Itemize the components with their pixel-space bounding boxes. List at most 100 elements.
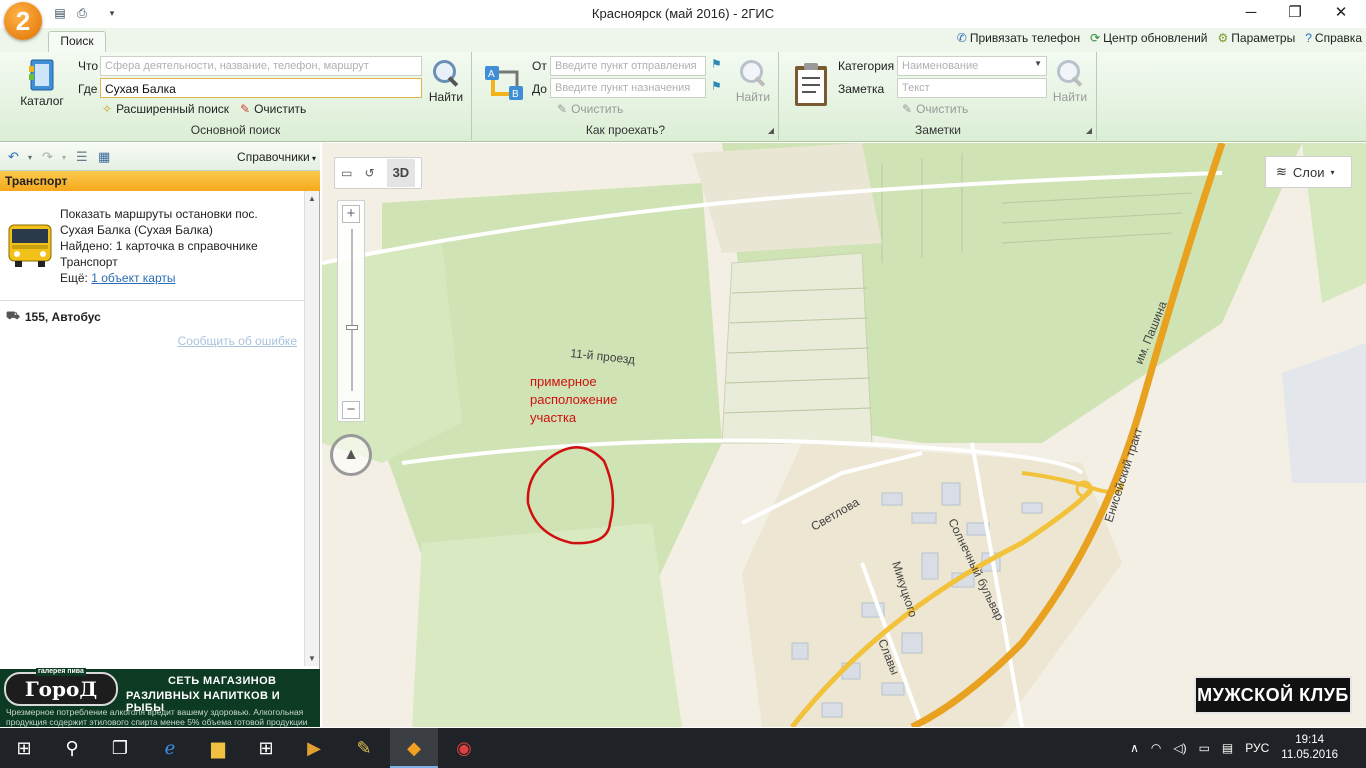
eraser-icon: ✎ — [240, 102, 251, 116]
zoom-out-button[interactable]: − — [342, 401, 360, 419]
dacha-area — [721, 252, 873, 444]
search-icon — [738, 58, 768, 88]
note-input[interactable]: Текст — [897, 78, 1047, 98]
ad-mens-club[interactable]: МУЖСКОЙ КЛУБ — [1194, 676, 1352, 714]
media-player-icon[interactable]: ▶ — [290, 728, 338, 768]
where-input[interactable]: Сухая Балка — [100, 78, 422, 98]
close-button[interactable]: ✕ — [1318, 2, 1364, 26]
section-header-transport: Транспорт — [0, 171, 320, 191]
3d-button[interactable]: 3D — [386, 159, 415, 187]
eraser-icon: ✎ — [557, 102, 568, 116]
route-icon: A B — [485, 66, 523, 100]
forward-icon[interactable]: ↷ — [42, 149, 53, 165]
catalog-icon — [29, 59, 54, 91]
layers-button[interactable]: ≋ Слои ▾ — [1265, 156, 1352, 188]
result-card[interactable]: Показать маршруты остановки пос. Сухая Б… — [0, 193, 304, 301]
report-error-link[interactable]: Сообщить об ошибке — [178, 334, 297, 348]
scroll-down-icon[interactable]: ▼ — [308, 654, 316, 663]
advanced-search-button[interactable]: ✧ Расширенный поиск — [102, 102, 229, 116]
volume-icon[interactable]: ◁) — [1173, 741, 1186, 755]
chrome-icon[interactable]: ◉ — [440, 728, 488, 768]
clock[interactable]: 19:14 11.05.2016 — [1281, 733, 1338, 763]
system-tray: ∧ ◠ ◁) ▭ ▤ РУС 19:14 11.05.2016 — [1130, 728, 1358, 768]
ribbon: Каталог Что Сфера деятельности, название… — [0, 52, 1366, 142]
catalog-button[interactable]: Каталог — [18, 58, 66, 108]
pick-from-map-icon[interactable]: ⚑ — [711, 57, 722, 71]
chevron-up-icon[interactable]: ∧ — [1130, 741, 1139, 755]
taskbar: ⊞ ⚲ ❐ ℯ ▆ ⊞ ▶ ✎ ◆ ◉ ∧ ◠ ◁) ▭ ▤ РУС 19:14… — [0, 728, 1366, 768]
battery-icon[interactable]: ▭ — [1199, 741, 1210, 755]
result-line-3: Найдено: 1 карточка в справочнике — [60, 239, 258, 253]
forward-dropdown-icon[interactable]: ▾ — [62, 153, 66, 162]
category-select[interactable]: Наименование ▼ — [897, 56, 1047, 76]
compass-icon[interactable]: ▲ — [330, 434, 372, 476]
advanced-search-icon: ✧ — [102, 102, 113, 116]
notes-find-button[interactable]: Найти — [1050, 58, 1090, 104]
chevron-down-icon: ▾ — [1330, 167, 1335, 177]
edge-icon[interactable]: ℯ — [146, 728, 194, 768]
back-dropdown-icon[interactable]: ▾ — [28, 153, 32, 162]
network-icon[interactable]: ◠ — [1151, 741, 1161, 755]
where-label: Где — [78, 82, 98, 96]
map-tools: ▭ ↺ 3D — [334, 157, 422, 189]
tab-search[interactable]: Поиск — [48, 31, 106, 52]
ribbon-tab-bar: Поиск ✆ Привязать телефон ⟳ Центр обновлен… — [0, 28, 1366, 52]
title-bar: 2 ▤ ⎙ ▾ Красноярск (май 2016) - 2ГИС ─ ❐… — [0, 0, 1366, 40]
explorer-icon[interactable]: ▆ — [194, 728, 242, 768]
group-title-notes: Заметки — [915, 123, 961, 137]
2gis-taskbar-icon[interactable]: ◆ — [390, 728, 438, 768]
pick-to-map-icon[interactable]: ⚑ — [711, 79, 722, 93]
map-object-link[interactable]: 1 объект карты — [91, 271, 175, 285]
result-line-4: Транспорт — [60, 255, 118, 269]
search-icon — [431, 58, 461, 88]
zoom-in-button[interactable]: + — [342, 205, 360, 223]
scroll-up-icon[interactable]: ▲ — [308, 194, 316, 203]
from-input[interactable]: Введите пункт отправления — [550, 56, 706, 76]
to-input[interactable]: Введите пункт назначения — [550, 78, 706, 98]
link-help[interactable]: ? Справка — [1305, 31, 1362, 45]
windows-start-icon[interactable]: ⊞ — [0, 728, 48, 768]
notes-dialog-launcher-icon[interactable]: ◢ — [1086, 126, 1092, 135]
chevron-down-icon: ▾ — [309, 154, 316, 163]
bus-icon — [8, 224, 52, 267]
clear-button[interactable]: ✎ Очистить — [240, 102, 306, 116]
minimize-button[interactable]: ─ — [1228, 2, 1274, 26]
back-icon[interactable]: ↶ — [8, 149, 19, 165]
zoom-track[interactable] — [351, 229, 353, 391]
result-more: Ещё: 1 объект карты — [60, 271, 176, 285]
find-button[interactable]: Найти — [426, 58, 466, 104]
directories-dropdown[interactable]: Справочники ▾ — [237, 150, 316, 164]
ad-title-line-1: СЕТЬ МАГАЗИНОВ — [168, 675, 277, 687]
route-dialog-launcher-icon[interactable]: ◢ — [768, 126, 774, 135]
link-settings[interactable]: ⚙ Параметры — [1218, 31, 1296, 45]
ad-banner-gorod[interactable]: галерея пива ГороД СЕТЬ МАГАЗИНОВ РАЗЛИВ… — [0, 668, 320, 727]
app-logo-button[interactable]: 2 — [4, 2, 42, 40]
rotate-icon[interactable]: ↺ — [365, 166, 375, 180]
app-icon[interactable]: ✎ — [340, 728, 388, 768]
route-find-button[interactable]: Найти — [733, 58, 773, 104]
notifications-icon[interactable]: ▤ — [1222, 741, 1233, 755]
route-clear-button[interactable]: ✎ Очистить — [557, 102, 623, 116]
map-view[interactable]: 11-й проезд им. Пашина Енисейский тракт … — [322, 143, 1366, 727]
route-list-item[interactable]: ⛟ 155, Автобус — [6, 310, 101, 324]
phone-icon: ✆ — [956, 31, 967, 45]
ruler-icon[interactable]: ▭ — [341, 166, 352, 180]
zoom-slider-handle[interactable] — [346, 325, 358, 330]
card-view-icon[interactable]: ▦ — [98, 149, 110, 165]
left-panel-scrollbar[interactable]: ▲ ▼ — [304, 191, 319, 666]
left-panel: ↶ ▾ ↷ ▾ ☰ ▦ Справочники ▾ Транспорт Пока… — [0, 143, 320, 727]
language-indicator[interactable]: РУС — [1245, 741, 1269, 755]
task-view-icon[interactable]: ❐ — [96, 728, 144, 768]
link-update-center[interactable]: ⟳ Центр обновлений — [1090, 31, 1207, 45]
forest-area — [412, 523, 682, 727]
category-label: Категория — [838, 59, 895, 73]
store-icon[interactable]: ⊞ — [242, 728, 290, 768]
refresh-icon: ⟳ — [1090, 31, 1101, 45]
link-bind-phone[interactable]: ✆ Привязать телефон — [957, 31, 1080, 45]
window-title: Красноярск (май 2016) - 2ГИС — [591, 6, 775, 21]
notes-clear-button[interactable]: ✎ Очистить — [902, 102, 968, 116]
list-view-icon[interactable]: ☰ — [76, 149, 88, 165]
search-icon[interactable]: ⚲ — [48, 728, 96, 768]
maximize-button[interactable]: ❐ — [1272, 2, 1318, 26]
what-input[interactable]: Сфера деятельности, название, телефон, м… — [100, 56, 422, 76]
